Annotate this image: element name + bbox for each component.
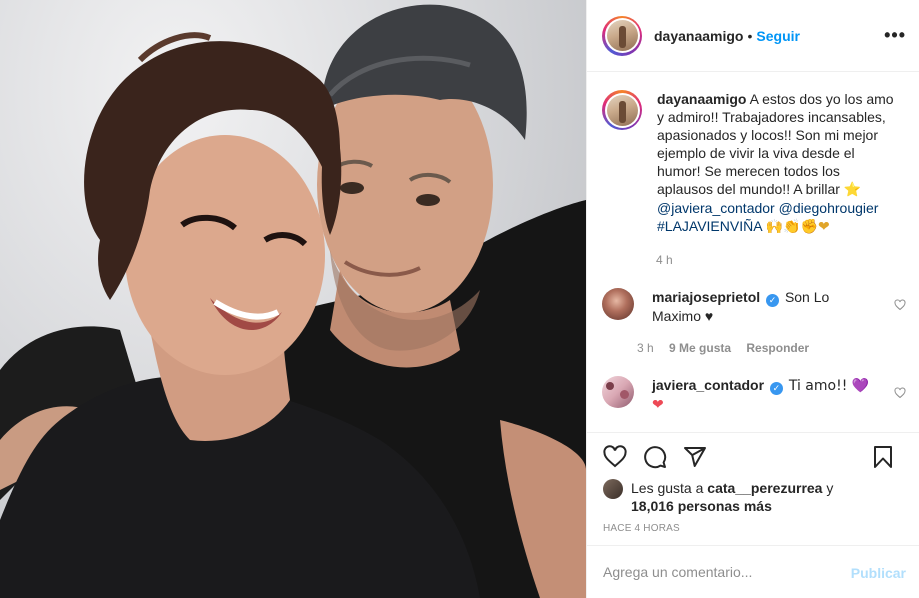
mention-javiera[interactable]: @javiera_contador — [657, 200, 775, 216]
man-right-eye — [416, 194, 440, 206]
share-icon[interactable] — [683, 445, 707, 469]
post-header: dayanaamigo • Seguir ••• — [587, 0, 919, 72]
comment-item: javiera_contador ✓ Ti amo!! 💜 ❤ — [602, 376, 907, 414]
verified-badge-icon: ✓ — [766, 294, 780, 307]
comment-body: mariajoseprietol ✓ Son Lo Maximo ♥ — [652, 288, 872, 325]
caption: dayanaamigo A estos dos yo los amo y adm… — [602, 90, 907, 236]
comment-text: Ti amo!! 💜 — [788, 378, 870, 394]
commenter-username[interactable]: mariajoseprietol — [652, 289, 760, 305]
post-sidebar: dayanaamigo • Seguir ••• dayanaamigo A e… — [586, 0, 919, 598]
reply-button[interactable]: Responder — [746, 341, 809, 355]
bookmark-icon[interactable] — [871, 445, 895, 469]
heart-icon[interactable] — [603, 445, 627, 469]
comment-icon[interactable] — [643, 445, 667, 469]
likes-summary: Les gusta a cata__perezurrea y 18,016 pe… — [603, 479, 841, 515]
post-photo-illustration — [0, 4, 586, 598]
man-left-eye — [340, 182, 364, 194]
instagram-post: dayanaamigo • Seguir ••• dayanaamigo A e… — [0, 0, 919, 598]
verified-badge-icon: ✓ — [769, 382, 783, 395]
author-avatar-image — [606, 20, 638, 51]
comment-meta: 3 h 9 Me gusta Responder — [637, 341, 821, 355]
author-username[interactable]: dayanaamigo — [654, 28, 743, 44]
like-comment-heart-icon[interactable] — [894, 387, 906, 399]
hashtag-link[interactable]: #LAJAVIENVIÑA — [657, 218, 762, 234]
caption-avatar[interactable] — [602, 90, 642, 130]
add-comment-bar: Publicar — [587, 545, 919, 598]
liked-by-and: y — [826, 480, 834, 496]
author-avatar[interactable] — [602, 15, 642, 56]
more-options-icon[interactable]: ••• — [884, 26, 906, 44]
liked-by-prefix: Les gusta a — [631, 480, 704, 496]
commenter-avatar[interactable] — [602, 376, 634, 408]
like-comment-heart-icon[interactable] — [894, 299, 906, 311]
caption-emojis: 🙌👏✊❤ — [765, 219, 830, 235]
action-icons — [603, 445, 903, 471]
comment-item: mariajoseprietol ✓ Son Lo Maximo ♥ — [602, 288, 907, 325]
star-emoji: ⭐ — [843, 182, 862, 198]
post-time-ago[interactable]: HACE 4 HORAS — [603, 523, 680, 534]
caption-username[interactable]: dayanaamigo — [657, 91, 746, 107]
comment-input[interactable] — [603, 564, 843, 580]
comment-body: javiera_contador ✓ Ti amo!! 💜 ❤ — [652, 376, 872, 414]
caption-avatar-image — [606, 94, 638, 126]
comment-heart-emoji: ❤ — [652, 397, 664, 413]
comment-time[interactable]: 3 h — [637, 341, 654, 355]
header-separator: • — [747, 27, 753, 44]
commenter-avatar[interactable] — [602, 288, 634, 320]
comments-section[interactable]: dayanaamigo A estos dos yo los amo y adm… — [587, 72, 919, 432]
caption-timestamp[interactable]: 4 h — [656, 253, 673, 267]
commenter-username[interactable]: javiera_contador — [652, 377, 764, 393]
likes-text: Les gusta a cata__perezurrea y 18,016 pe… — [631, 479, 841, 515]
mention-diego[interactable]: @diegohrougier — [779, 200, 879, 216]
post-photo[interactable] — [0, 0, 586, 598]
comment-likes[interactable]: 9 Me gusta — [669, 341, 731, 355]
liked-by-user[interactable]: cata__perezurrea — [707, 480, 822, 496]
likes-count[interactable]: 18,016 personas más — [631, 498, 772, 514]
liker-avatar[interactable] — [603, 479, 623, 499]
caption-text: dayanaamigo A estos dos yo los amo y adm… — [657, 90, 897, 236]
follow-button[interactable]: Seguir — [756, 28, 800, 44]
publish-button[interactable]: Publicar — [851, 565, 906, 581]
